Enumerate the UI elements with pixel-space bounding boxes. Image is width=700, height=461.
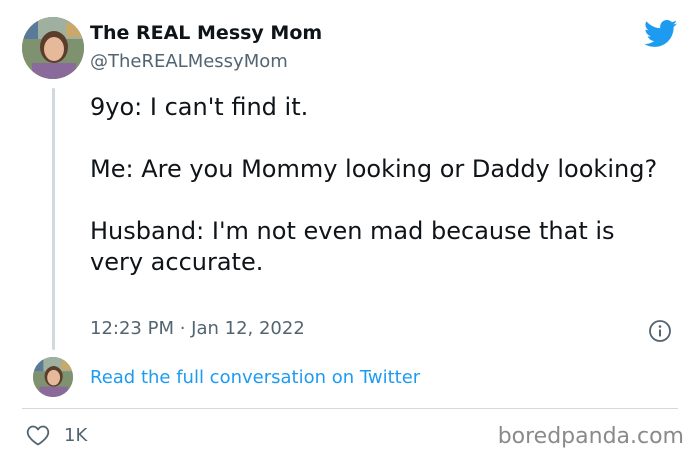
- like-count[interactable]: 1K: [64, 425, 87, 446]
- tweet-timestamp[interactable]: 12:23 PM · Jan 12, 2022: [90, 318, 305, 339]
- author-display-name[interactable]: The REAL Messy Mom: [90, 22, 322, 44]
- reply-avatar[interactable]: [33, 357, 73, 397]
- avatar-photo: [33, 357, 73, 397]
- divider: [22, 408, 678, 409]
- tweet-paragraph: Husband: I'm not even mad because that i…: [90, 217, 615, 276]
- site-watermark: boredpanda.com: [497, 424, 684, 449]
- thread-line: [52, 88, 55, 350]
- avatar-photo: [22, 17, 84, 79]
- tweet-text: 9yo: I can't find it. Me: Are you Mommy …: [90, 92, 670, 278]
- tweet-paragraph: 9yo: I can't find it.: [90, 93, 309, 121]
- heart-icon[interactable]: [26, 424, 50, 446]
- twitter-bird-icon[interactable]: [644, 20, 678, 48]
- read-conversation-link[interactable]: Read the full conversation on Twitter: [90, 367, 420, 388]
- author-avatar[interactable]: [22, 17, 84, 79]
- info-icon[interactable]: [648, 319, 672, 343]
- tweet-paragraph: Me: Are you Mommy looking or Daddy looki…: [90, 155, 658, 183]
- author-handle[interactable]: @TheREALMessyMom: [90, 51, 288, 72]
